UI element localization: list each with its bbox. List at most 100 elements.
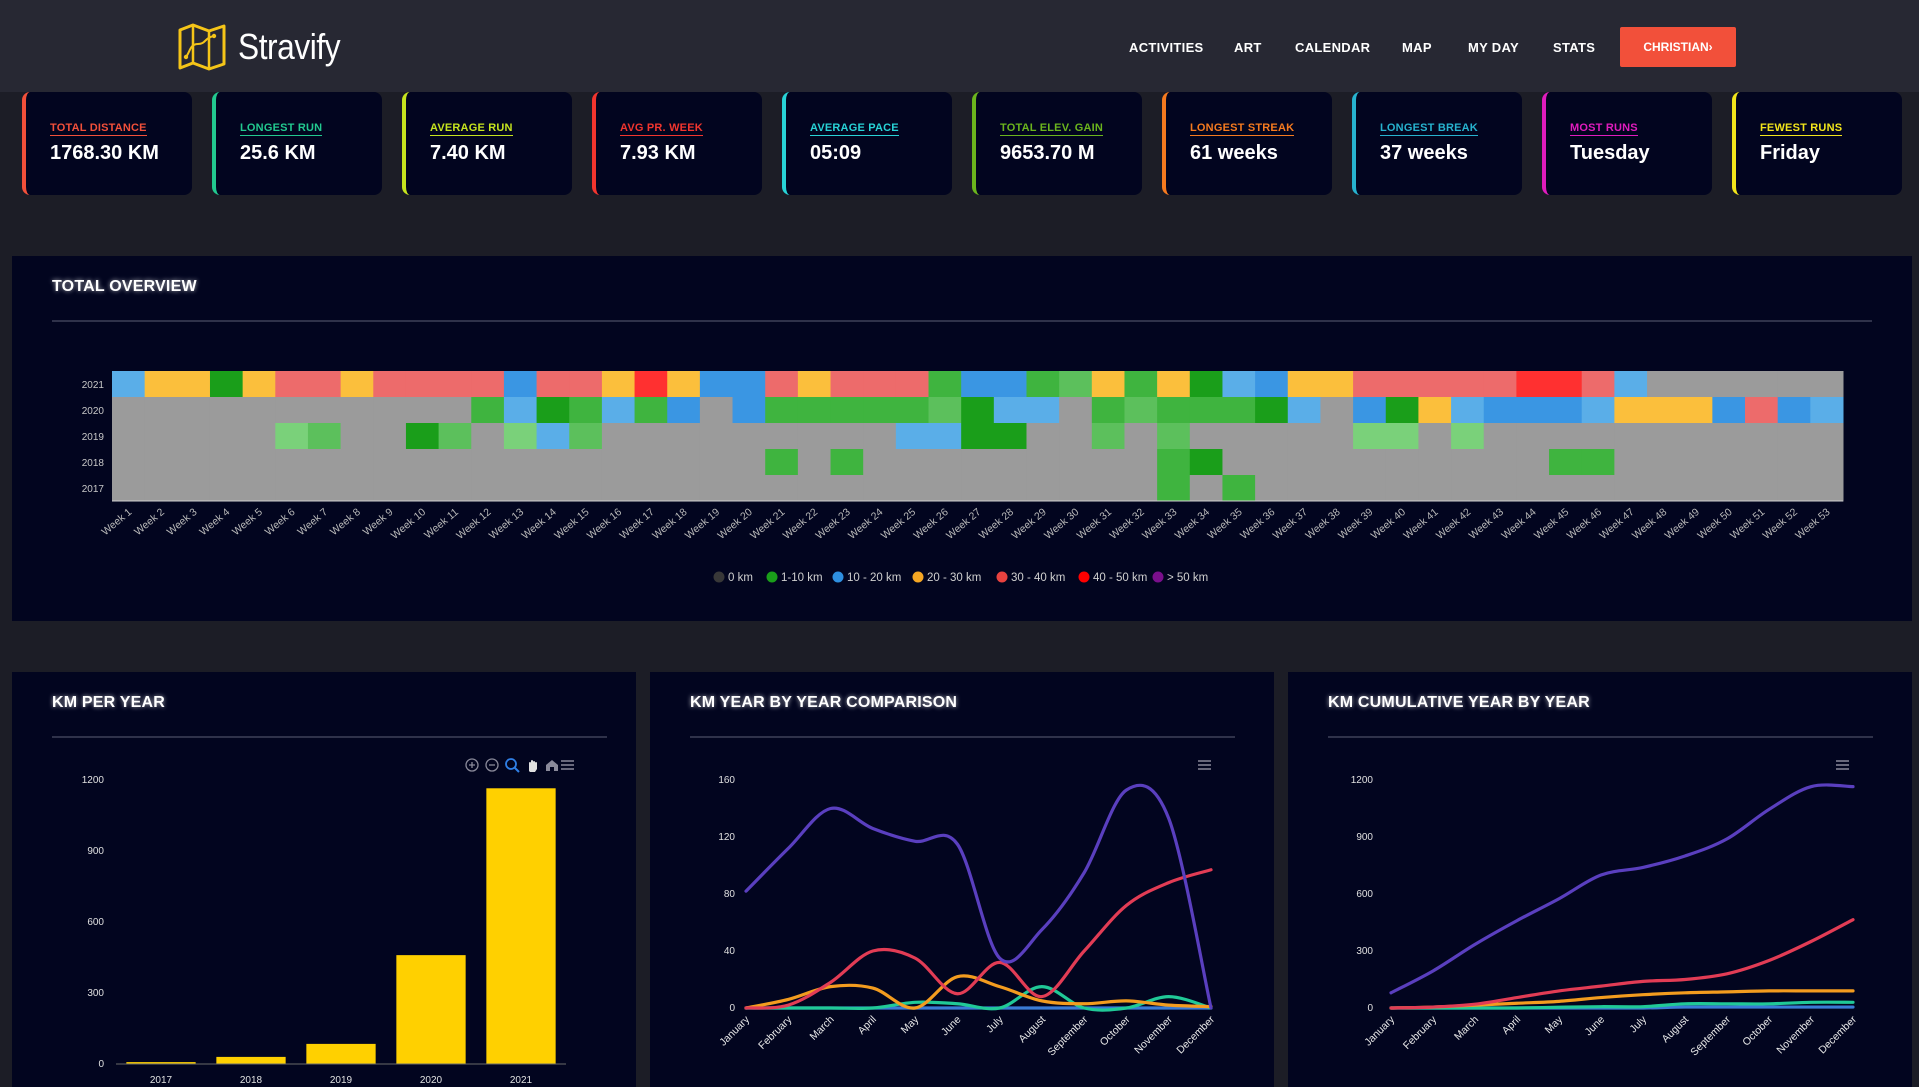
heatmap-cell[interactable]: [536, 397, 570, 424]
heatmap-cell[interactable]: [1320, 475, 1354, 502]
bar[interactable]: [306, 1043, 376, 1064]
heatmap-cell[interactable]: [177, 371, 211, 398]
heatmap-cell[interactable]: [1255, 397, 1289, 424]
heatmap-cell[interactable]: [112, 397, 146, 424]
heatmap-cell[interactable]: [1091, 371, 1125, 398]
heatmap-cell[interactable]: [569, 449, 603, 476]
heatmap-cell[interactable]: [1091, 423, 1125, 450]
heatmap-cell[interactable]: [307, 423, 342, 450]
heatmap-cell[interactable]: [863, 423, 897, 450]
heatmap-cell[interactable]: [340, 397, 374, 424]
heatmap-cell[interactable]: [895, 449, 930, 476]
heatmap-cell[interactable]: [1222, 475, 1256, 502]
series-line[interactable]: [1389, 783, 1855, 995]
heatmap-cell[interactable]: [699, 475, 734, 502]
heatmap-cell[interactable]: [667, 397, 701, 424]
heatmap-cell[interactable]: [1810, 423, 1844, 450]
heatmap-cell[interactable]: [1418, 449, 1452, 476]
heatmap-cell[interactable]: [536, 449, 570, 476]
heatmap-cell[interactable]: [1255, 371, 1289, 398]
heatmap-cell[interactable]: [405, 449, 440, 476]
heatmap-cell[interactable]: [1614, 371, 1648, 398]
heatmap-cell[interactable]: [438, 423, 472, 450]
nav-activities[interactable]: ACTIVITIES: [1129, 40, 1204, 55]
menu-icon[interactable]: [1198, 760, 1211, 770]
heatmap-cell[interactable]: [471, 475, 505, 502]
heatmap-cell[interactable]: [895, 475, 930, 502]
heatmap-cell[interactable]: [634, 423, 668, 450]
heatmap-cell[interactable]: [1581, 449, 1615, 476]
heatmap-cell[interactable]: [830, 449, 864, 476]
heatmap-cell[interactable]: [1679, 397, 1713, 424]
heatmap-cell[interactable]: [830, 475, 864, 502]
heatmap-cell[interactable]: [1614, 475, 1648, 502]
heatmap-cell[interactable]: [1483, 423, 1517, 450]
heatmap-cell[interactable]: [1189, 449, 1223, 476]
heatmap-cell[interactable]: [667, 475, 701, 502]
heatmap-cell[interactable]: [112, 449, 146, 476]
series-line[interactable]: [744, 868, 1213, 1010]
heatmap-cell[interactable]: [765, 371, 799, 398]
heatmap-cell[interactable]: [1745, 449, 1779, 476]
heatmap-cell[interactable]: [1745, 475, 1779, 502]
heatmap-cell[interactable]: [1124, 371, 1158, 398]
heatmap-cell[interactable]: [895, 371, 930, 398]
heatmap-cell[interactable]: [1320, 371, 1354, 398]
heatmap-cell[interactable]: [1418, 397, 1452, 424]
heatmap-cell[interactable]: [340, 475, 374, 502]
heatmap-cell[interactable]: [1483, 475, 1517, 502]
heatmap-cell[interactable]: [1353, 449, 1387, 476]
heatmap-cell[interactable]: [1059, 475, 1093, 502]
heatmap-cell[interactable]: [569, 397, 603, 424]
heatmap-cell[interactable]: [1483, 449, 1517, 476]
heatmap-cell[interactable]: [1320, 397, 1354, 424]
heatmap-cell[interactable]: [144, 449, 178, 476]
heatmap-cell[interactable]: [634, 449, 668, 476]
heatmap-cell[interactable]: [144, 423, 178, 450]
home-icon[interactable]: [546, 760, 558, 771]
heatmap-cell[interactable]: [797, 449, 832, 476]
heatmap-cell[interactable]: [993, 423, 1027, 450]
heatmap-cell[interactable]: [471, 423, 505, 450]
heatmap-cell[interactable]: [1712, 397, 1746, 424]
legend-item[interactable]: 10 - 20 km: [832, 571, 902, 585]
heatmap-cell[interactable]: [1353, 475, 1387, 502]
heatmap-cell[interactable]: [797, 397, 832, 424]
heatmap-cell[interactable]: [601, 397, 636, 424]
heatmap-cell[interactable]: [1385, 371, 1419, 398]
heatmap-cell[interactable]: [177, 475, 211, 502]
heatmap-cell[interactable]: [1810, 397, 1844, 424]
heatmap-cell[interactable]: [1353, 423, 1387, 450]
heatmap-cell[interactable]: [144, 475, 178, 502]
heatmap-cell[interactable]: [993, 371, 1027, 398]
heatmap-cell[interactable]: [1516, 449, 1550, 476]
heatmap-cell[interactable]: [405, 371, 440, 398]
heatmap-cell[interactable]: [1679, 449, 1713, 476]
heatmap-cell[interactable]: [536, 475, 570, 502]
heatmap-cell[interactable]: [1549, 475, 1583, 502]
heatmap-cell[interactable]: [1059, 371, 1093, 398]
heatmap-cell[interactable]: [144, 397, 178, 424]
heatmap-cell[interactable]: [1549, 449, 1583, 476]
user-menu-button[interactable]: CHRISTIAN›: [1620, 27, 1736, 67]
heatmap-cell[interactable]: [1189, 371, 1223, 398]
heatmap-cell[interactable]: [863, 371, 897, 398]
heatmap-cell[interactable]: [340, 371, 374, 398]
heatmap-cell[interactable]: [863, 449, 897, 476]
heatmap-cell[interactable]: [1222, 371, 1256, 398]
bar[interactable]: [216, 1056, 286, 1064]
heatmap-cell[interactable]: [1091, 475, 1125, 502]
heatmap-cell[interactable]: [765, 449, 799, 476]
legend-item[interactable]: > 50 km: [1152, 571, 1209, 585]
heatmap-cell[interactable]: [765, 397, 799, 424]
heatmap-cell[interactable]: [961, 397, 995, 424]
heatmap-cell[interactable]: [1385, 449, 1419, 476]
heatmap-cell[interactable]: [503, 371, 538, 398]
heatmap-cell[interactable]: [569, 475, 603, 502]
heatmap-cell[interactable]: [1451, 397, 1485, 424]
heatmap-cell[interactable]: [1222, 423, 1256, 450]
heatmap-cell[interactable]: [1451, 475, 1485, 502]
heatmap-cell[interactable]: [144, 371, 178, 398]
heatmap-cell[interactable]: [438, 371, 472, 398]
heatmap-cell[interactable]: [1189, 397, 1223, 424]
